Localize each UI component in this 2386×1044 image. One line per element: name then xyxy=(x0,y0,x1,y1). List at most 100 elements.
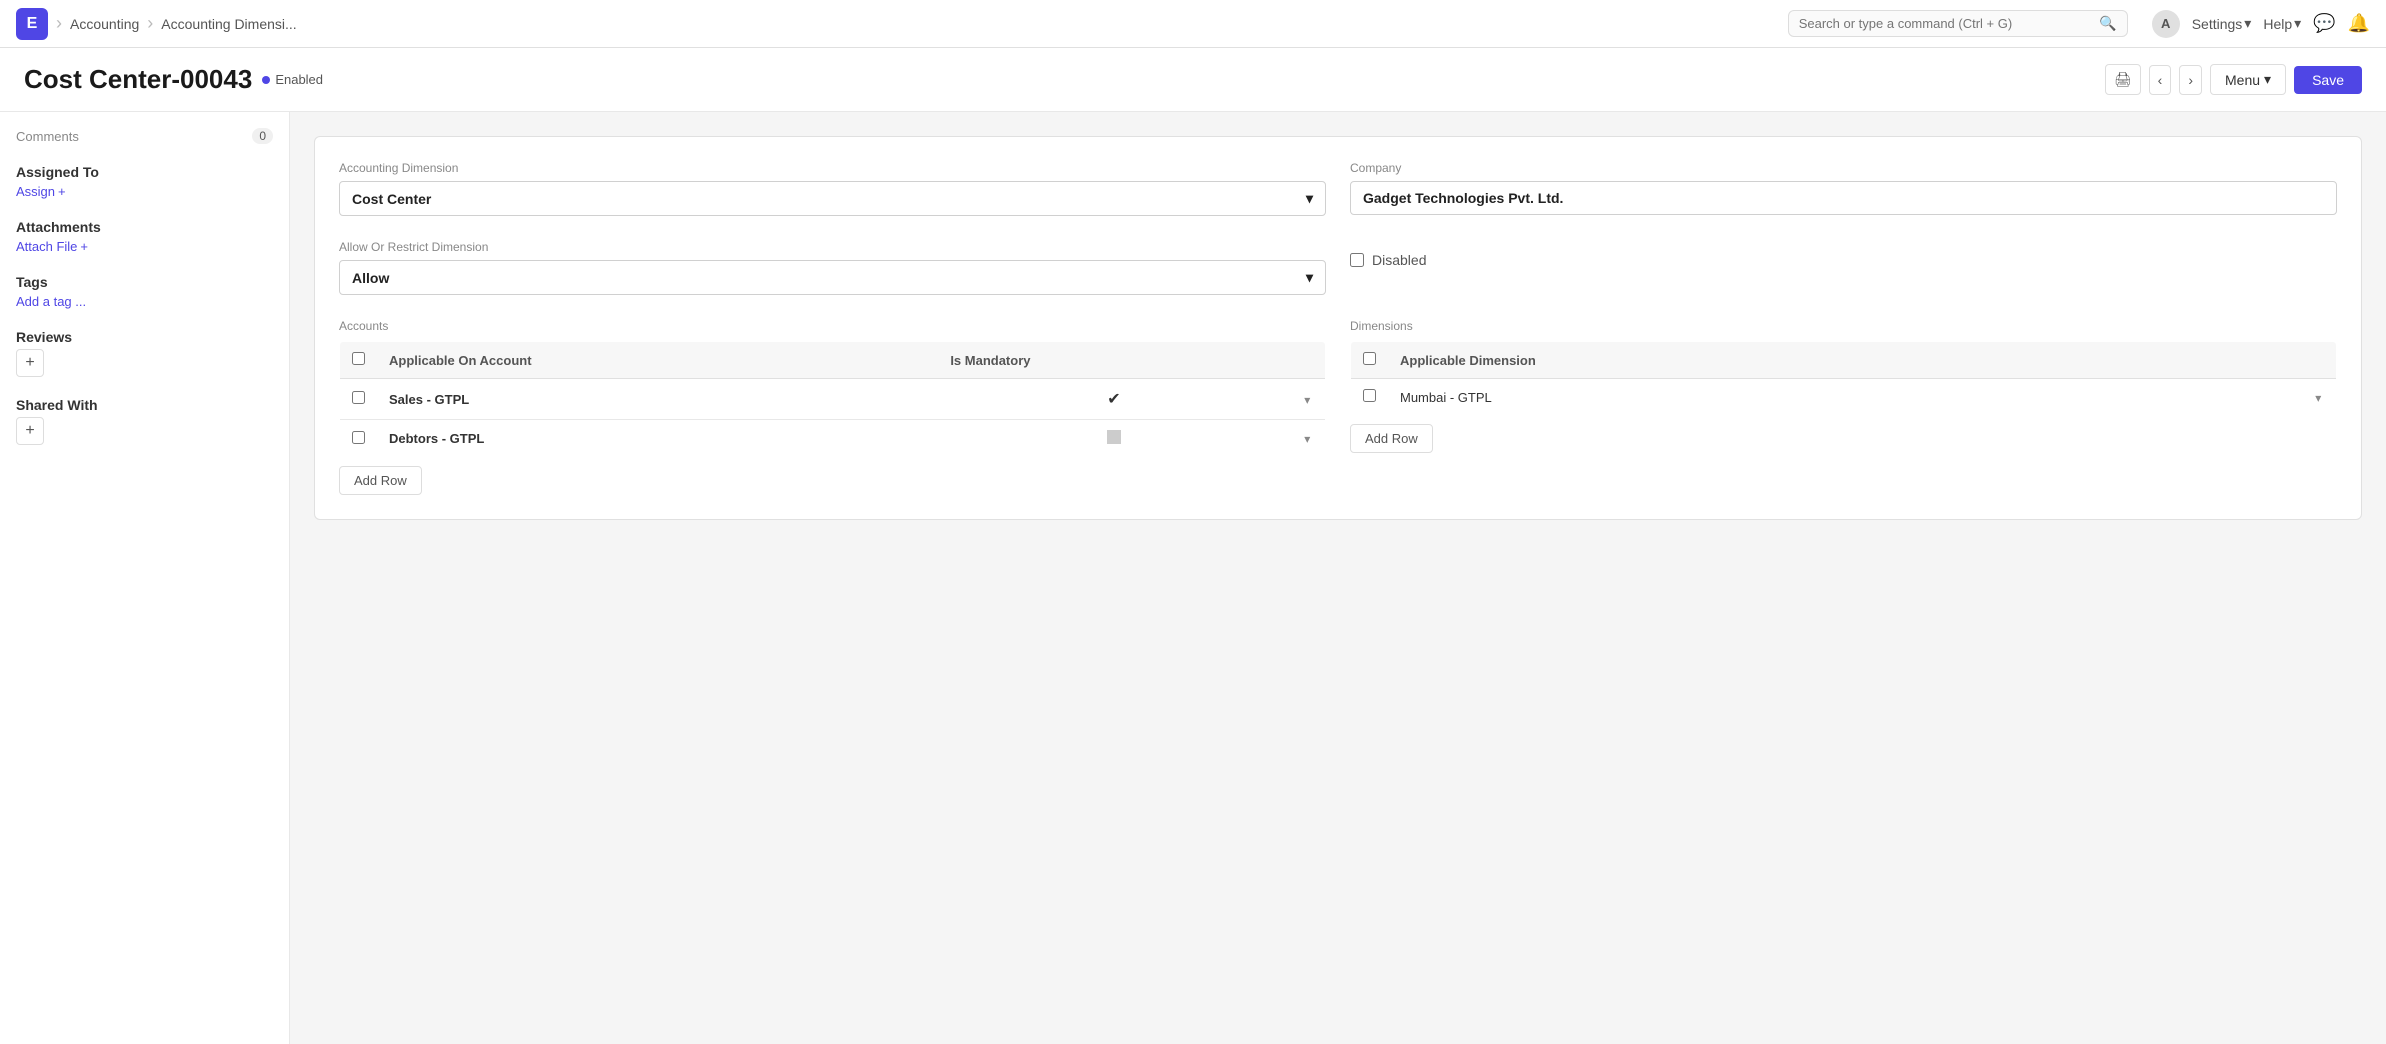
add-shared-button[interactable]: + xyxy=(16,417,44,445)
row2-account: Debtors - GTPL xyxy=(377,420,938,458)
dim-row1-checkbox-cell xyxy=(1351,379,1389,416)
sidebar-attachments: Attachments Attach File + xyxy=(16,219,273,254)
prev-button[interactable]: ‹ xyxy=(2149,65,2172,95)
form-card: Accounting Dimension Cost Center ▾ Compa… xyxy=(314,136,2362,520)
accounts-select-all-header xyxy=(340,342,378,379)
row1-dropdown[interactable]: ▾ xyxy=(1290,379,1326,420)
print-button[interactable]: 🖨 xyxy=(2105,64,2141,95)
accounts-section: Accounts Applicable On Account Is Mandat… xyxy=(339,319,1326,495)
header-actions: 🖨 ‹ › Menu ▾ Save xyxy=(2105,64,2362,95)
attachments-heading: Attachments xyxy=(16,219,273,235)
row2-arrow-icon[interactable]: ▾ xyxy=(1304,432,1310,446)
assigned-to-heading: Assigned To xyxy=(16,164,273,180)
add-tag-action[interactable]: Add a tag ... xyxy=(16,294,273,309)
dim-row1-arrow-icon[interactable]: ▾ xyxy=(2315,391,2321,405)
accounts-section-label: Accounts xyxy=(339,319,1326,333)
sidebar-tags: Tags Add a tag ... xyxy=(16,274,273,309)
nav-breadcrumb-1[interactable]: Accounting xyxy=(70,16,139,32)
row1-account: Sales - GTPL xyxy=(377,379,938,420)
dim-row1-dropdown[interactable]: ▾ xyxy=(2301,379,2337,416)
page-title-area: Cost Center-00043 Enabled xyxy=(24,64,323,95)
dimensions-table: Applicable Dimension Mumbai - GTPL xyxy=(1350,341,2337,416)
add-review-button[interactable]: + xyxy=(16,349,44,377)
dim-row1-checkbox[interactable] xyxy=(1363,389,1376,402)
tables-grid: Accounts Applicable On Account Is Mandat… xyxy=(339,319,2337,495)
save-button[interactable]: Save xyxy=(2294,66,2362,94)
dim-select-all-checkbox[interactable] xyxy=(1363,352,1376,365)
nav-sep-1: › xyxy=(56,13,62,34)
row2-checkbox[interactable] xyxy=(352,431,365,444)
nav-right: A Settings ▾ Help ▾ 💬 🔔 xyxy=(2152,10,2370,38)
accounting-dimension-group: Accounting Dimension Cost Center ▾ xyxy=(339,161,1326,216)
dim-col-dimension: Applicable Dimension xyxy=(1388,342,2301,379)
accounting-dimension-select[interactable]: Cost Center ▾ xyxy=(339,181,1326,216)
settings-chevron-icon: ▾ xyxy=(2244,15,2251,32)
search-input[interactable] xyxy=(1799,16,2096,31)
dim-col-action xyxy=(2301,342,2337,379)
company-group: Company xyxy=(1350,161,2337,216)
nav-sep-2: › xyxy=(147,13,153,34)
row1-checkbox-cell xyxy=(340,379,378,420)
sidebar-shared-with: Shared With + xyxy=(16,397,273,445)
row1-mandatory: ✔ xyxy=(938,379,1289,420)
disabled-group: Disabled xyxy=(1350,240,2337,295)
nav-breadcrumb-2[interactable]: Accounting Dimensi... xyxy=(161,16,296,32)
tags-heading: Tags xyxy=(16,274,273,290)
dimensions-add-row-button[interactable]: Add Row xyxy=(1350,424,1433,453)
disabled-label[interactable]: Disabled xyxy=(1372,252,1426,268)
row2-checkbox-cell xyxy=(340,420,378,458)
allow-or-restrict-chevron-icon: ▾ xyxy=(1306,269,1313,286)
status-text: Enabled xyxy=(275,72,323,87)
accounts-add-row-button[interactable]: Add Row xyxy=(339,466,422,495)
page-header: Cost Center-00043 Enabled 🖨 ‹ › Menu ▾ S… xyxy=(0,48,2386,112)
assign-plus-icon: + xyxy=(58,184,66,199)
sidebar-assigned-to: Assigned To Assign + xyxy=(16,164,273,199)
row2-dropdown[interactable]: ▾ xyxy=(1290,420,1326,458)
next-button[interactable]: › xyxy=(2179,65,2202,95)
dimensions-section: Dimensions Applicable Dimension xyxy=(1350,319,2337,495)
table-row: Mumbai - GTPL ▾ xyxy=(1351,379,2337,416)
checkmark-icon: ✔ xyxy=(1107,391,1120,408)
allow-or-restrict-select[interactable]: Allow ▾ xyxy=(339,260,1326,295)
disabled-checkbox[interactable] xyxy=(1350,253,1364,267)
accounting-dimension-label: Accounting Dimension xyxy=(339,161,1326,175)
assign-action[interactable]: Assign + xyxy=(16,184,273,199)
row1-checkbox[interactable] xyxy=(352,391,365,404)
app-icon[interactable]: E xyxy=(16,8,48,40)
chat-icon-button[interactable]: 💬 xyxy=(2313,13,2335,34)
avatar[interactable]: A xyxy=(2152,10,2180,38)
search-icon: 🔍 xyxy=(2099,15,2116,32)
attach-file-action[interactable]: Attach File + xyxy=(16,239,273,254)
dim-row1-value: Mumbai - GTPL xyxy=(1388,379,2301,416)
main-layout: Comments 0 Assigned To Assign + Attachme… xyxy=(0,112,2386,1044)
sidebar-reviews: Reviews + xyxy=(16,329,273,377)
allow-or-restrict-group: Allow Or Restrict Dimension Allow ▾ xyxy=(339,240,1326,295)
menu-button[interactable]: Menu ▾ xyxy=(2210,64,2286,95)
accounts-table: Applicable On Account Is Mandatory Sales… xyxy=(339,341,1326,458)
accounts-col-action xyxy=(1290,342,1326,379)
settings-button[interactable]: Settings ▾ xyxy=(2192,15,2252,32)
bell-icon-button[interactable]: 🔔 xyxy=(2348,13,2370,34)
accounting-dimension-chevron-icon: ▾ xyxy=(1306,190,1313,207)
search-bar: 🔍 xyxy=(1788,10,2128,37)
sidebar: Comments 0 Assigned To Assign + Attachme… xyxy=(0,112,290,1044)
accounts-select-all-checkbox[interactable] xyxy=(352,352,365,365)
help-button[interactable]: Help ▾ xyxy=(2263,15,2301,32)
accounts-col-mandatory: Is Mandatory xyxy=(938,342,1289,379)
row1-arrow-icon[interactable]: ▾ xyxy=(1304,393,1310,407)
dim-select-all-header xyxy=(1351,342,1389,379)
reviews-heading: Reviews xyxy=(16,329,273,345)
allow-or-restrict-label: Allow Or Restrict Dimension xyxy=(339,240,1326,254)
row2-mandatory xyxy=(938,420,1289,458)
sidebar-comments: Comments 0 xyxy=(16,128,273,144)
accounts-col-account: Applicable On Account xyxy=(377,342,938,379)
status-dot xyxy=(262,76,270,84)
company-label: Company xyxy=(1350,161,2337,175)
company-input[interactable] xyxy=(1350,181,2337,215)
page-title: Cost Center-00043 xyxy=(24,64,252,95)
status-badge: Enabled xyxy=(262,72,323,87)
table-row: Sales - GTPL ✔ ▾ xyxy=(340,379,1326,420)
comments-count: 0 xyxy=(252,128,273,144)
attach-plus-icon: + xyxy=(80,239,88,254)
top-nav: E › Accounting › Accounting Dimensi... 🔍… xyxy=(0,0,2386,48)
